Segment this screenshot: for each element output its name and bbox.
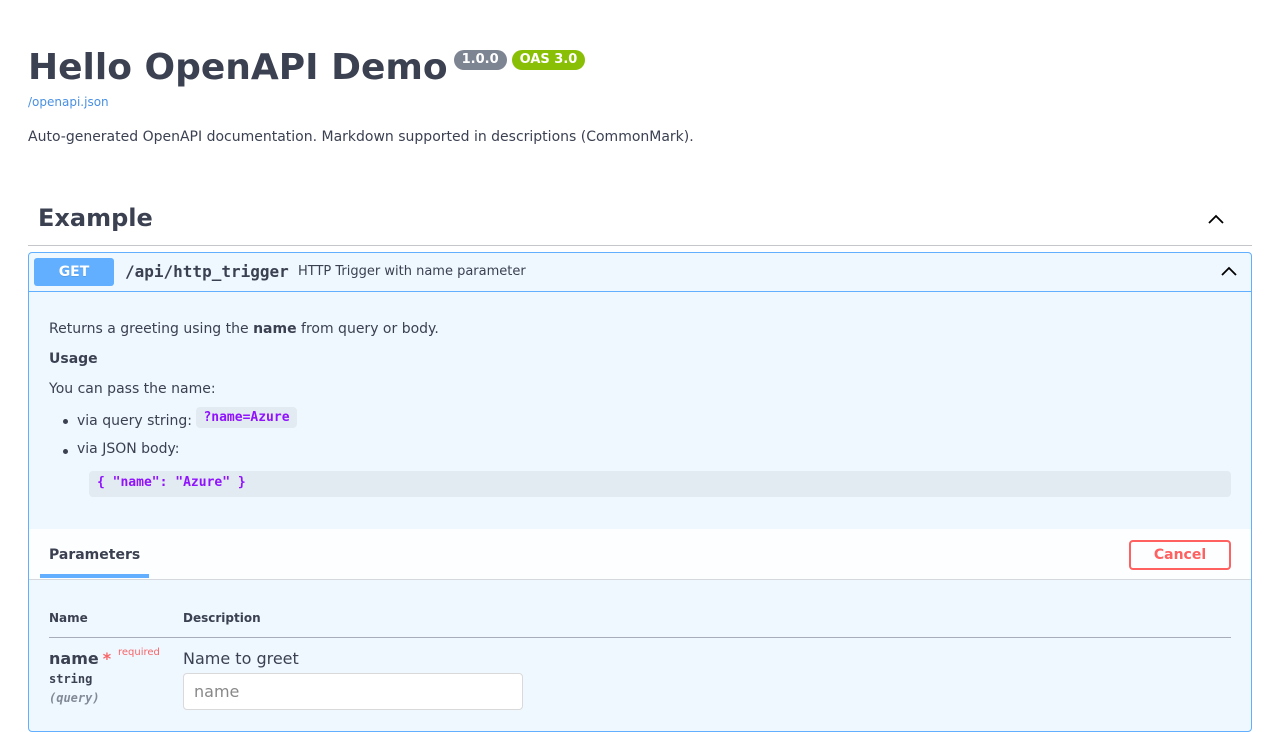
version-badge: 1.0.0 xyxy=(453,50,507,70)
oas-badge: OAS 3.0 xyxy=(511,50,586,70)
column-header-description: Description xyxy=(183,611,261,625)
description-bold: name xyxy=(253,321,297,337)
api-info: Hello OpenAPI Demo 1.0.0 OAS 3.0 /openap… xyxy=(28,42,586,109)
page-title: Hello OpenAPI Demo xyxy=(28,47,448,88)
list-item: via JSON body: xyxy=(62,441,180,457)
cancel-button[interactable]: Cancel xyxy=(1129,540,1231,570)
operation-summary[interactable]: GET /api/http_trigger HTTP Trigger with … xyxy=(29,253,1251,292)
active-tab-indicator xyxy=(40,574,149,578)
usage-heading: Usage xyxy=(49,351,98,367)
table-divider xyxy=(49,637,1231,638)
operation-path[interactable]: /api/http_trigger xyxy=(125,262,289,281)
spec-url-link[interactable]: /openapi.json xyxy=(28,95,585,109)
code-block: { "name": "Azure" } xyxy=(89,471,1231,497)
chevron-up-icon[interactable] xyxy=(1206,209,1226,229)
description-prefix: Returns a greeting using the xyxy=(49,321,254,337)
description-suffix: from query or body. xyxy=(296,321,439,337)
required-label: required xyxy=(118,647,160,658)
parameters-header: Parameters Cancel xyxy=(29,529,1251,580)
operation-summary-text[interactable]: HTTP Trigger with name parameter xyxy=(298,264,526,279)
operation-block-get: GET /api/http_trigger HTTP Trigger with … xyxy=(28,252,1252,732)
bullet-text: via query string: xyxy=(77,413,197,429)
bullet-text: via JSON body: xyxy=(77,441,180,457)
column-header-name: Name xyxy=(49,611,88,625)
api-description: Auto-generated OpenAPI documentation. Ma… xyxy=(28,129,694,145)
parameter-location: (query) xyxy=(49,691,100,705)
chevron-up-icon[interactable] xyxy=(1219,261,1239,281)
description-line: Returns a greeting using the name from q… xyxy=(49,321,439,337)
parameter-type: string xyxy=(49,672,93,686)
name-parameter-input[interactable] xyxy=(183,673,523,710)
http-method-badge[interactable]: GET xyxy=(34,258,114,286)
inline-code: ?name=Azure xyxy=(196,407,297,428)
parameter-name-text: name xyxy=(49,649,99,668)
tag-title: Example xyxy=(38,204,153,232)
required-star: * xyxy=(102,649,112,668)
tag-section-example[interactable]: Example xyxy=(28,196,1252,246)
parameter-description: Name to greet xyxy=(183,649,299,668)
usage-intro: You can pass the name: xyxy=(49,381,216,397)
api-title-row: Hello OpenAPI Demo 1.0.0 OAS 3.0 xyxy=(28,42,586,94)
tab-parameters[interactable]: Parameters xyxy=(49,547,140,563)
parameter-name: name * xyxy=(49,649,111,668)
list-item: via query string: ?name=Azure xyxy=(63,407,297,432)
